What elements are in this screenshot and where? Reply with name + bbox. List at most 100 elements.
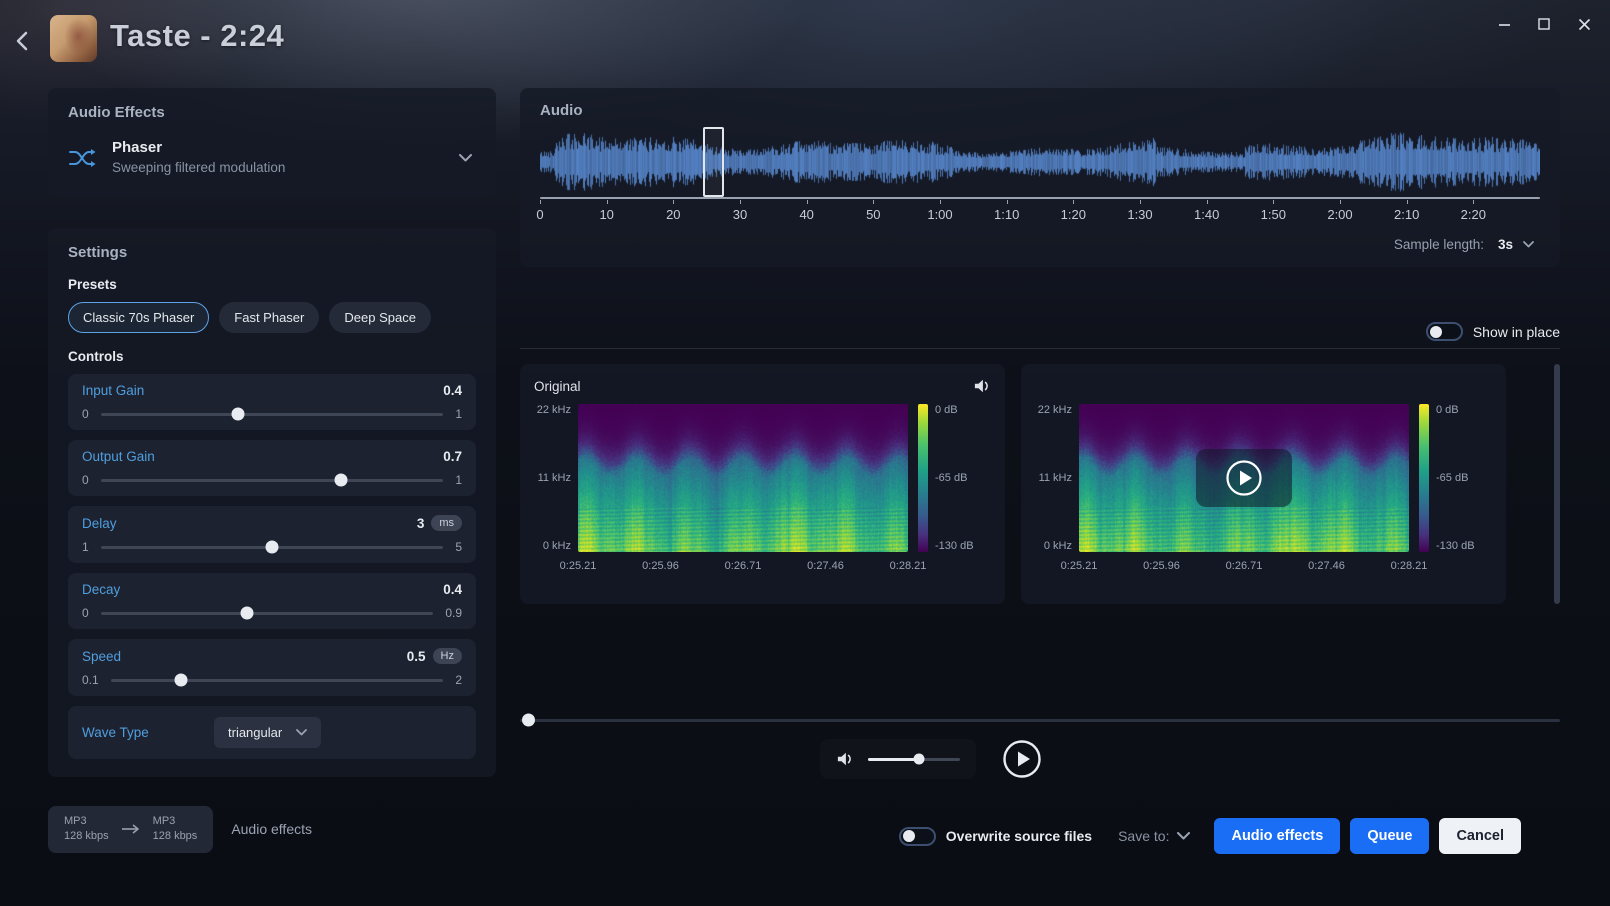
chevron-down-icon bbox=[1523, 241, 1534, 248]
save-to-chevron-icon[interactable] bbox=[1177, 832, 1190, 840]
minimize-button[interactable] bbox=[1488, 8, 1520, 40]
spectrogram-time-axis: 0:25.210:25.960:26.710:27.460:28.21 bbox=[1079, 560, 1409, 576]
preset-button[interactable]: Deep Space bbox=[329, 302, 431, 333]
applied-effects-label: Audio effects bbox=[231, 821, 312, 837]
controls-label: Controls bbox=[68, 349, 476, 364]
volume-slider[interactable] bbox=[868, 758, 960, 761]
progress-thumb[interactable] bbox=[522, 714, 535, 727]
arrow-right-icon bbox=[121, 823, 141, 835]
chevron-down-icon bbox=[296, 729, 307, 736]
speaker-icon[interactable] bbox=[836, 751, 854, 767]
slider-thumb[interactable] bbox=[334, 474, 347, 487]
close-button[interactable] bbox=[1568, 8, 1600, 40]
volume-thumb[interactable] bbox=[913, 754, 924, 765]
show-in-place-row: Show in place bbox=[520, 322, 1560, 341]
slider-label: Delay bbox=[82, 516, 117, 531]
axis-tick bbox=[740, 200, 741, 204]
play-button[interactable] bbox=[1002, 739, 1042, 779]
slider-label: Decay bbox=[82, 582, 120, 597]
spec-time-label: 0:26.71 bbox=[1226, 560, 1263, 572]
spectrogram-plot bbox=[578, 404, 908, 552]
wave-type-row: Wave Type triangular bbox=[68, 706, 476, 759]
speaker-icon[interactable] bbox=[973, 378, 991, 394]
overwrite-source-toggle[interactable] bbox=[899, 827, 936, 846]
slider-label: Output Gain bbox=[82, 449, 155, 464]
axis-tick bbox=[1340, 200, 1341, 204]
spectrogram-body: 22 kHz11 kHz0 kHz 0 dB-65 dB-130 dB bbox=[534, 404, 991, 552]
slider-group: Input Gain0.401Output Gain0.701Delay3ms1… bbox=[68, 374, 476, 696]
maximize-button[interactable] bbox=[1528, 8, 1560, 40]
waveform[interactable] bbox=[540, 129, 1540, 195]
slider-track[interactable] bbox=[111, 679, 444, 682]
spectrogram-time-axis: 0:25.210:25.960:26.710:27.460:28.21 bbox=[578, 560, 908, 576]
db-tick-label: -65 dB bbox=[935, 472, 974, 484]
spec-time-label: 0:25.21 bbox=[560, 560, 597, 572]
slider-track[interactable] bbox=[101, 612, 434, 615]
chevron-left-icon bbox=[13, 30, 31, 52]
waveform-selection[interactable] bbox=[703, 127, 724, 197]
slider-thumb[interactable] bbox=[231, 408, 244, 421]
format-conversion-badge: MP3 128 kbps MP3 128 kbps bbox=[48, 806, 213, 853]
slider-thumb[interactable] bbox=[266, 541, 279, 554]
sample-length-select[interactable]: 3s bbox=[1492, 236, 1540, 253]
processed-header bbox=[1035, 376, 1492, 396]
back-button[interactable] bbox=[8, 27, 36, 55]
playback-progress-bar[interactable] bbox=[520, 712, 1560, 728]
slider-track[interactable] bbox=[101, 413, 444, 416]
db-tick-label: -130 dB bbox=[1436, 540, 1475, 552]
frequency-axis: 22 kHz11 kHz0 kHz bbox=[534, 404, 578, 552]
axis-tick-label: 1:40 bbox=[1194, 207, 1219, 222]
audio-card: Audio 010203040501:001:101:201:301:401:5… bbox=[520, 88, 1560, 267]
preview-play-button[interactable] bbox=[1196, 449, 1292, 507]
time-axis-ticks: 010203040501:001:101:201:301:401:502:002… bbox=[540, 200, 1540, 228]
spec-time-label: 0:25.21 bbox=[1061, 560, 1098, 572]
time-axis bbox=[540, 197, 1540, 199]
overwrite-label: Overwrite source files bbox=[946, 828, 1092, 844]
target-format: MP3 128 kbps bbox=[153, 814, 198, 845]
progress-track[interactable] bbox=[520, 719, 1560, 722]
axis-tick-label: 1:10 bbox=[994, 207, 1019, 222]
chevron-down-icon[interactable] bbox=[459, 154, 476, 162]
slider-track[interactable] bbox=[101, 479, 444, 482]
slider-max-label: 1 bbox=[455, 407, 462, 421]
slider-track[interactable] bbox=[101, 546, 444, 549]
slider-value: 0.7 bbox=[443, 449, 462, 464]
axis-tick-label: 30 bbox=[733, 207, 747, 222]
original-header: Original bbox=[534, 376, 991, 396]
freq-tick-label: 11 kHz bbox=[538, 472, 571, 484]
axis-tick bbox=[540, 200, 541, 204]
axis-tick bbox=[807, 200, 808, 204]
spec-time-label: 0:27.46 bbox=[1308, 560, 1345, 572]
axis-tick-label: 2:20 bbox=[1461, 207, 1486, 222]
preset-button[interactable]: Classic 70s Phaser bbox=[68, 302, 209, 333]
slider-thumb[interactable] bbox=[241, 607, 254, 620]
db-tick-label: -65 dB bbox=[1436, 472, 1475, 484]
control-slider-row: Output Gain0.701 bbox=[68, 440, 476, 496]
preset-button[interactable]: Fast Phaser bbox=[219, 302, 319, 333]
show-in-place-toggle[interactable] bbox=[1426, 322, 1463, 341]
wave-type-select[interactable]: triangular bbox=[214, 717, 321, 748]
axis-tick bbox=[1073, 200, 1074, 204]
show-in-place-label: Show in place bbox=[1473, 324, 1560, 340]
slider-min-label: 0 bbox=[82, 407, 89, 421]
volume-control bbox=[820, 739, 976, 779]
axis-tick-label: 2:10 bbox=[1394, 207, 1419, 222]
effect-selector[interactable]: Phaser Sweeping filtered modulation bbox=[68, 139, 476, 177]
spec-time-label: 0:25.96 bbox=[1143, 560, 1180, 572]
original-spectrogram bbox=[578, 404, 908, 552]
audio-effects-button[interactable]: Audio effects bbox=[1214, 818, 1340, 854]
freq-tick-label: 0 kHz bbox=[543, 540, 571, 552]
axis-tick-label: 1:20 bbox=[1061, 207, 1086, 222]
spectrogram-plot bbox=[1079, 404, 1409, 552]
settings-title: Settings bbox=[68, 244, 476, 261]
scrollbar-vertical[interactable] bbox=[1554, 364, 1560, 604]
audio-effects-card: Audio Effects Phaser Sweeping filtered m… bbox=[48, 88, 496, 197]
frequency-axis: 22 kHz11 kHz0 kHz bbox=[1035, 404, 1079, 552]
control-slider-row: Input Gain0.401 bbox=[68, 374, 476, 430]
sample-length-label: Sample length: bbox=[1394, 237, 1484, 252]
slider-thumb[interactable] bbox=[174, 674, 187, 687]
queue-button[interactable]: Queue bbox=[1350, 818, 1429, 854]
slider-min-label: 0.1 bbox=[82, 673, 99, 687]
axis-tick-label: 40 bbox=[799, 207, 813, 222]
cancel-button[interactable]: Cancel bbox=[1439, 818, 1521, 854]
